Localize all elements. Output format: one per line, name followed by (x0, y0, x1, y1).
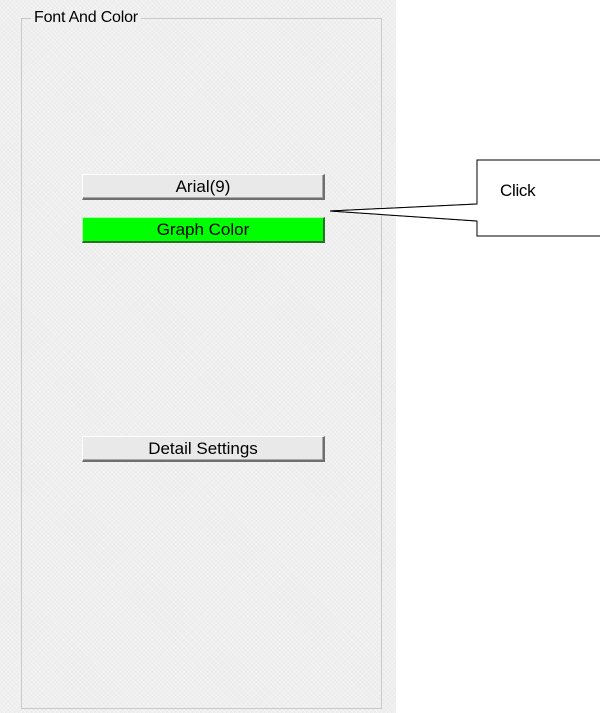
font-and-color-groupbox (21, 18, 382, 709)
dialog-panel: Font And Color Arial(9) Graph Color Deta… (0, 0, 396, 713)
font-button[interactable]: Arial(9) (82, 174, 325, 200)
groupbox-title: Font And Color (31, 9, 141, 27)
callout-text: Click (500, 181, 536, 200)
screenshot-stage: Font And Color Arial(9) Graph Color Deta… (0, 0, 600, 713)
detail-settings-button[interactable]: Detail Settings (82, 436, 325, 462)
graph-color-button[interactable]: Graph Color (82, 217, 325, 243)
